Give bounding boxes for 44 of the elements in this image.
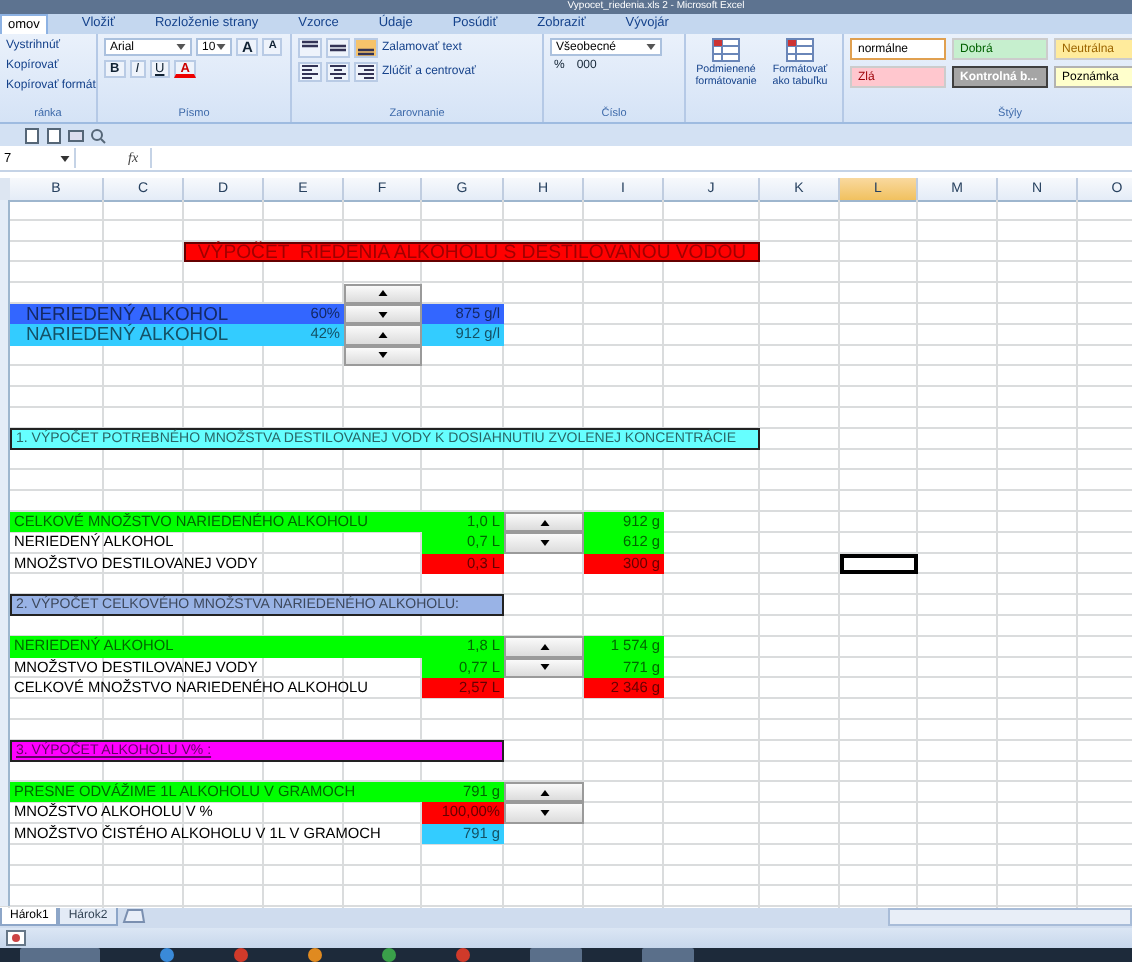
down-triangle-icon	[539, 810, 549, 817]
dropdown-icon	[646, 44, 656, 50]
down-triangle-icon	[539, 664, 549, 671]
up-triangle-icon	[539, 643, 549, 650]
table-icon	[712, 38, 740, 62]
dropdown-icon	[60, 155, 70, 161]
align-center-icon[interactable]	[326, 62, 350, 82]
spin-down-button[interactable]	[504, 802, 584, 824]
spin-up-button[interactable]	[504, 636, 584, 658]
macro-record-icon[interactable]	[6, 929, 26, 946]
sheet-title: VÝPOČET RIEDENIA ALKOHOLU S DESTILOVANOU VODOU	[184, 241, 760, 263]
taskbar-icon[interactable]	[308, 948, 322, 962]
align-top-icon[interactable]	[298, 38, 322, 58]
input-label: NARIEDENÝ ALKOHOL	[10, 324, 264, 346]
spin-down-button[interactable]	[504, 657, 584, 678]
magnifier-icon[interactable]	[90, 127, 106, 143]
dropdown-icon	[216, 44, 226, 50]
align-bottom-icon[interactable]	[354, 38, 378, 58]
table-icon	[786, 38, 814, 62]
align-left-icon[interactable]	[298, 62, 322, 82]
spin-up-button[interactable]	[344, 283, 422, 304]
taskbar-icon[interactable]	[382, 948, 396, 962]
spin-up-button[interactable]	[504, 781, 584, 803]
up-triangle-icon	[539, 789, 549, 796]
down-triangle-icon	[378, 311, 388, 318]
spin-up-button[interactable]	[344, 324, 422, 346]
up-triangle-icon	[539, 519, 549, 526]
up-triangle-icon	[378, 290, 388, 297]
input-label: NERIEDENÝ ALKOHOL	[10, 303, 264, 325]
up-triangle-icon	[378, 332, 388, 339]
spin-down-button[interactable]	[344, 345, 422, 367]
align-right-icon[interactable]	[354, 62, 378, 82]
down-triangle-icon	[539, 539, 549, 546]
window-icon[interactable]	[68, 127, 84, 143]
spin-down-button[interactable]	[504, 532, 584, 554]
spin-up-button[interactable]	[504, 511, 584, 533]
taskbar-icon[interactable]	[234, 948, 248, 962]
taskbar-icon[interactable]	[456, 948, 470, 962]
taskbar-icon[interactable]	[160, 948, 174, 962]
dropdown-icon	[176, 44, 186, 50]
active-cell[interactable]	[840, 553, 918, 575]
align-middle-icon[interactable]	[326, 38, 350, 58]
spin-down-button[interactable]	[344, 303, 422, 325]
down-triangle-icon	[378, 352, 388, 359]
